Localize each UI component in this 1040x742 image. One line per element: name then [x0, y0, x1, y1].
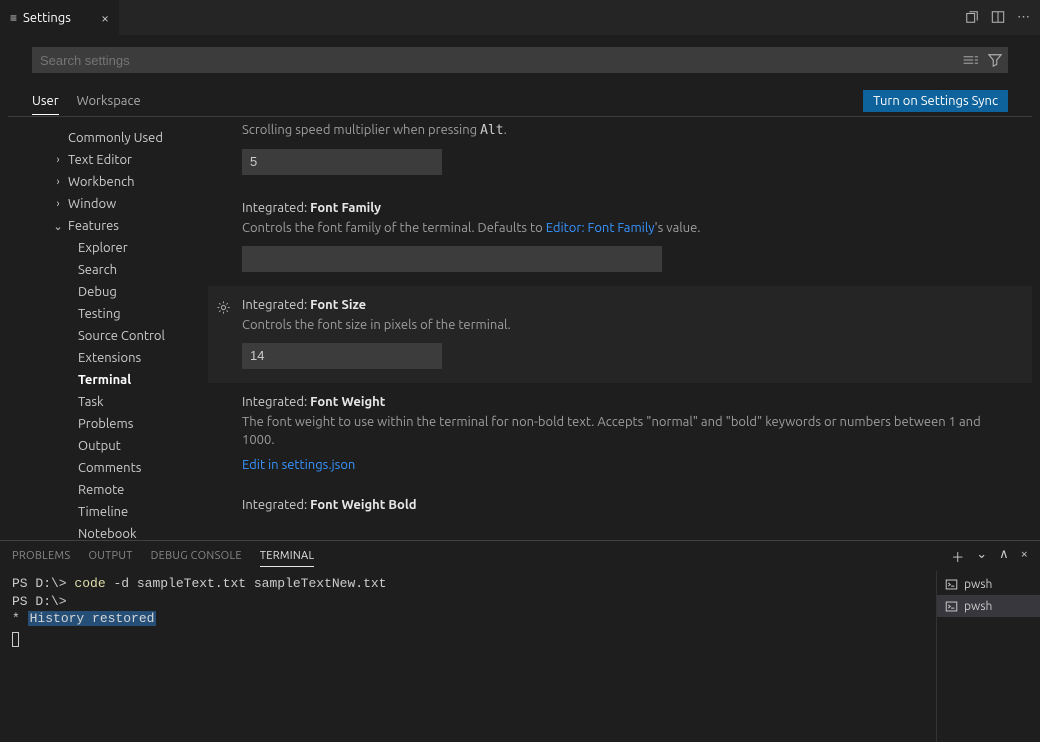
- cursor-icon: [12, 632, 19, 647]
- settings-search-row: [8, 47, 1032, 85]
- new-terminal-icon[interactable]: ＋: [951, 547, 964, 566]
- toc-extensions[interactable]: Extensions: [8, 347, 208, 369]
- terminal-pwsh-1[interactable]: pwsh: [937, 573, 1040, 595]
- panel-actions: ＋ ⌄ ∧ ×: [951, 547, 1028, 566]
- tabbar-actions: ⋯: [965, 10, 1040, 25]
- setting-desc: Scrolling speed multiplier when pressing…: [242, 121, 1012, 141]
- toc-notebook[interactable]: Notebook: [8, 523, 208, 540]
- toc-text-editor[interactable]: ›Text Editor: [8, 149, 208, 171]
- chevron-right-icon: ›: [52, 198, 64, 210]
- panel-tab-output[interactable]: OUTPUT: [88, 550, 132, 562]
- settings-body: Commonly Used ›Text Editor ›Workbench ›W…: [8, 117, 1032, 540]
- toc-source-control[interactable]: Source Control: [8, 325, 208, 347]
- setting-title: Integrated: Font Size: [242, 298, 1012, 312]
- setting-font-weight: Integrated: Font Weight The font weight …: [208, 383, 1032, 487]
- tabs: ≡ Settings ×: [0, 0, 120, 35]
- chevron-down-icon: ⌄: [52, 220, 64, 233]
- maximize-panel-icon[interactable]: ∧: [999, 547, 1009, 566]
- panel-tab-debug-console[interactable]: DEBUG CONSOLE: [151, 550, 242, 562]
- search-right-icons: [962, 53, 1002, 67]
- settings-search-input[interactable]: [40, 53, 954, 68]
- toc-features[interactable]: ⌄Features: [8, 215, 208, 237]
- toc-window[interactable]: ›Window: [8, 193, 208, 215]
- tab-title: Settings: [23, 11, 71, 25]
- split-editor-icon[interactable]: [991, 10, 1005, 25]
- terminal-view[interactable]: PS D:\> code -d sampleText.txt sampleTex…: [0, 571, 936, 742]
- bottom-panel: PROBLEMS OUTPUT DEBUG CONSOLE TERMINAL ＋…: [0, 540, 1040, 742]
- setting-input-font-family[interactable]: [242, 246, 662, 272]
- terminal-line: PS D:\> code -d sampleText.txt sampleTex…: [12, 575, 924, 593]
- toc-timeline[interactable]: Timeline: [8, 501, 208, 523]
- terminal-line: * History restored: [12, 610, 924, 628]
- setting-input-font-size[interactable]: [242, 343, 442, 369]
- editor-tabbar: ≡ Settings × ⋯: [0, 0, 1040, 35]
- toc-explorer[interactable]: Explorer: [8, 237, 208, 259]
- settings-sync-button[interactable]: Turn on Settings Sync: [863, 90, 1008, 112]
- gear-icon[interactable]: [216, 300, 231, 315]
- setting-desc: Controls the font family of the terminal…: [242, 219, 1012, 238]
- toc-testing[interactable]: Testing: [8, 303, 208, 325]
- panel-tabs: PROBLEMS OUTPUT DEBUG CONSOLE TERMINAL ＋…: [0, 541, 1040, 571]
- close-panel-icon[interactable]: ×: [1021, 547, 1028, 566]
- setting-title: Integrated: Font Weight: [242, 395, 1012, 409]
- setting-desc: The font weight to use within the termin…: [242, 413, 1012, 451]
- settings-icon: ≡: [10, 11, 17, 25]
- link-editor-font-family[interactable]: Editor: Font Family: [546, 221, 655, 235]
- open-settings-json-icon[interactable]: [965, 10, 979, 25]
- toc-commonly-used[interactable]: Commonly Used: [8, 127, 208, 149]
- setting-title: Integrated: Font Weight Bold: [242, 498, 1012, 512]
- scope-user-tab[interactable]: User: [32, 88, 59, 115]
- toc-output[interactable]: Output: [8, 435, 208, 457]
- setting-font-size: Integrated: Font Size Controls the font …: [208, 286, 1032, 383]
- toc-problems[interactable]: Problems: [8, 413, 208, 435]
- terminal-cursor-line: [12, 628, 924, 653]
- chevron-right-icon: ›: [52, 176, 64, 188]
- clear-search-icon[interactable]: [962, 53, 978, 67]
- terminal-sidebar: pwsh pwsh: [936, 571, 1040, 742]
- settings-search-box[interactable]: [32, 47, 1008, 73]
- settings-scope-row: User Workspace Turn on Settings Sync: [8, 85, 1032, 117]
- edit-in-settings-json-link[interactable]: Edit in settings.json: [242, 458, 1012, 472]
- panel-body: PS D:\> code -d sampleText.txt sampleTex…: [0, 571, 1040, 742]
- settings-toc[interactable]: Commonly Used ›Text Editor ›Workbench ›W…: [8, 117, 208, 540]
- panel-tab-problems[interactable]: PROBLEMS: [12, 550, 70, 562]
- terminal-icon: [945, 578, 958, 591]
- toc-comments[interactable]: Comments: [8, 457, 208, 479]
- setting-input-alt-scroll[interactable]: [242, 149, 442, 175]
- filter-icon[interactable]: [988, 53, 1002, 67]
- terminal-pwsh-2[interactable]: pwsh: [937, 595, 1040, 617]
- more-actions-icon[interactable]: ⋯: [1017, 10, 1030, 25]
- toc-search[interactable]: Search: [8, 259, 208, 281]
- chevron-right-icon: ›: [52, 154, 64, 166]
- setting-font-family: Integrated: Font Family Controls the fon…: [208, 189, 1032, 286]
- toc-remote[interactable]: Remote: [8, 479, 208, 501]
- terminal-dropdown-icon[interactable]: ⌄: [976, 547, 987, 566]
- toc-debug[interactable]: Debug: [8, 281, 208, 303]
- tab-settings[interactable]: ≡ Settings ×: [0, 0, 120, 35]
- setting-desc: Controls the font size in pixels of the …: [242, 316, 1012, 335]
- settings-editor: User Workspace Turn on Settings Sync Com…: [0, 35, 1040, 540]
- toc-task[interactable]: Task: [8, 391, 208, 413]
- toc-workbench[interactable]: ›Workbench: [8, 171, 208, 193]
- setting-alt-scroll-multiplier: Scrolling speed multiplier when pressing…: [208, 121, 1032, 189]
- setting-title: Integrated: Font Family: [242, 201, 1012, 215]
- panel-tab-terminal[interactable]: TERMINAL: [260, 550, 315, 567]
- toc-terminal[interactable]: Terminal: [8, 369, 208, 391]
- close-icon[interactable]: ×: [101, 10, 109, 26]
- setting-font-weight-bold: Integrated: Font Weight Bold: [208, 486, 1032, 512]
- terminal-icon: [945, 600, 958, 613]
- terminal-line: PS D:\>: [12, 593, 924, 611]
- settings-list[interactable]: Scrolling speed multiplier when pressing…: [208, 117, 1032, 540]
- scope-workspace-tab[interactable]: Workspace: [77, 88, 141, 114]
